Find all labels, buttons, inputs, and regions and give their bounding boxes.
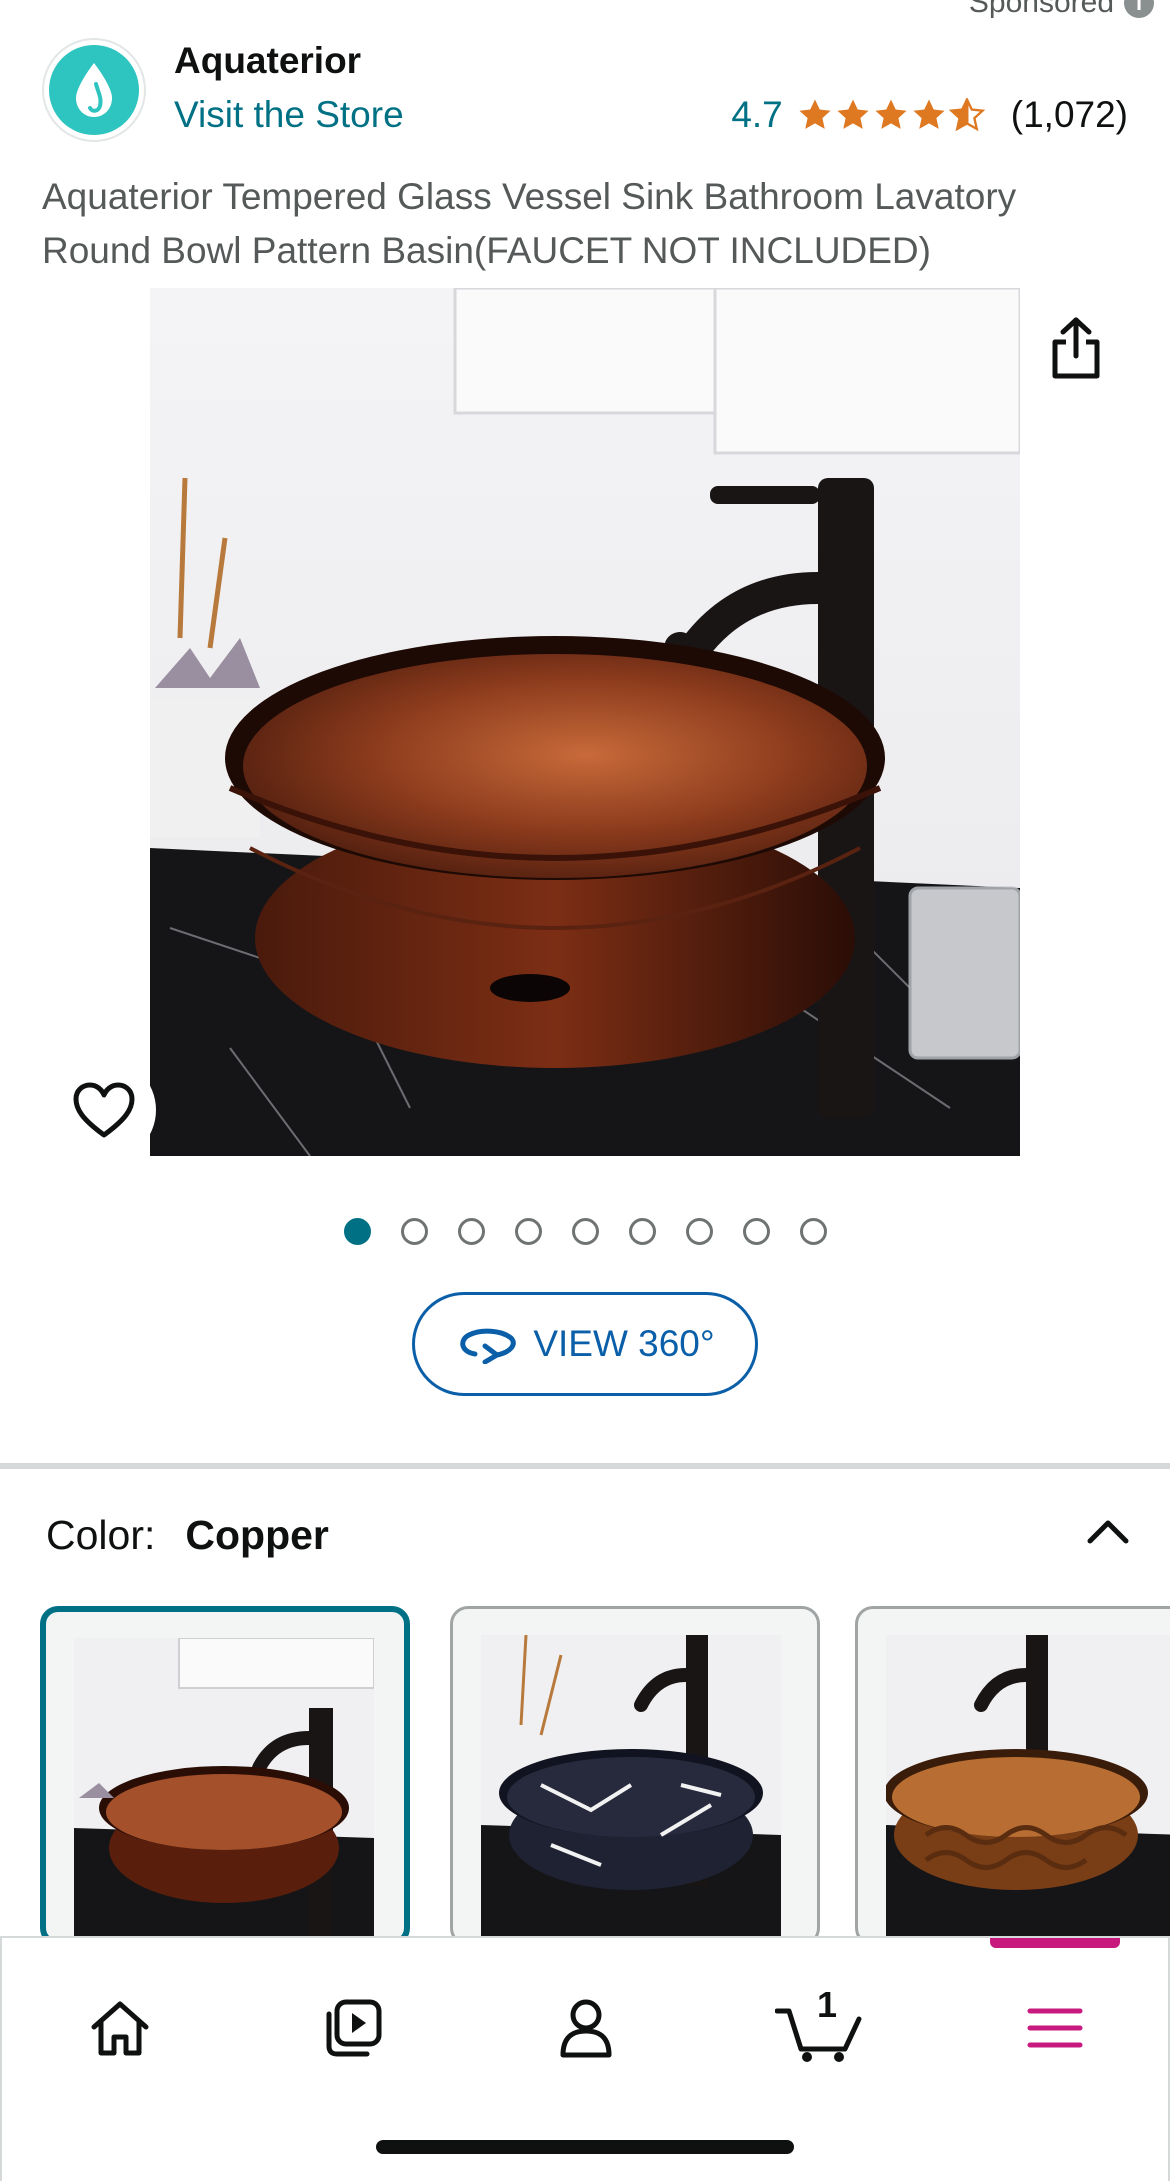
info-icon[interactable]: i bbox=[1124, 0, 1154, 18]
pagination-dot-active[interactable] bbox=[343, 1218, 371, 1245]
brand-name: Aquaterior bbox=[174, 40, 362, 81]
rating-value: 4.7 bbox=[731, 94, 783, 135]
half-star-icon bbox=[948, 98, 985, 132]
tab-account[interactable] bbox=[526, 1978, 646, 2078]
pagination-dot[interactable] bbox=[400, 1218, 428, 1245]
home-icon bbox=[91, 2001, 149, 2056]
section-divider bbox=[0, 1463, 1170, 1469]
pagination-dot[interactable] bbox=[457, 1218, 485, 1245]
heart-icon bbox=[73, 1082, 135, 1138]
share-icon bbox=[1052, 317, 1100, 379]
image-pagination[interactable] bbox=[0, 1218, 1170, 1245]
product-image[interactable] bbox=[150, 288, 1020, 1156]
pagination-dot[interactable] bbox=[628, 1218, 656, 1245]
product-title: Aquaterior Tempered Glass Vessel Sink Ba… bbox=[42, 176, 1017, 271]
pagination-dot[interactable] bbox=[571, 1218, 599, 1245]
star-icon bbox=[799, 99, 831, 129]
chevron-up-icon[interactable] bbox=[1086, 1508, 1130, 1555]
account-icon bbox=[560, 1999, 612, 2058]
swatch-copper[interactable] bbox=[40, 1606, 410, 1946]
swatch-black-marble[interactable] bbox=[450, 1606, 820, 1946]
video-icon bbox=[326, 1999, 382, 2057]
tab-home[interactable] bbox=[60, 1978, 180, 2078]
tab-video[interactable] bbox=[292, 1978, 412, 2078]
cart-count-badge: 1 bbox=[817, 1984, 838, 2025]
pagination-dot[interactable] bbox=[685, 1218, 713, 1245]
color-label: Color: bbox=[46, 1511, 156, 1558]
color-selected-value: Copper bbox=[185, 1511, 329, 1558]
view-360-label: VIEW 360° bbox=[533, 1323, 715, 1364]
color-swatches bbox=[40, 1606, 1170, 1946]
brand-logo[interactable] bbox=[42, 38, 146, 142]
star-icon bbox=[837, 99, 869, 129]
pagination-dot[interactable] bbox=[742, 1218, 770, 1245]
swatch-bronze-pattern[interactable] bbox=[855, 1606, 1170, 1946]
color-selector-header[interactable]: Color: Copper bbox=[46, 1508, 1130, 1562]
view-360-button[interactable]: VIEW 360° bbox=[412, 1292, 758, 1396]
sponsored-label[interactable]: Sponsored i bbox=[969, 0, 1154, 20]
visit-store-link[interactable]: Visit the Store bbox=[174, 94, 404, 136]
rating-stars bbox=[797, 98, 985, 132]
rating-count: (1,072) bbox=[1010, 94, 1128, 135]
star-icon bbox=[913, 99, 945, 129]
tab-cart[interactable]: 1 bbox=[759, 1978, 879, 2078]
sponsored-text: Sponsored bbox=[968, 0, 1114, 19]
star-icon bbox=[875, 99, 907, 129]
menu-icon bbox=[1027, 2008, 1083, 2048]
wishlist-button[interactable] bbox=[52, 1058, 156, 1162]
rating-summary[interactable]: 4.7 (1,072) bbox=[731, 94, 1128, 136]
pagination-dot[interactable] bbox=[799, 1218, 827, 1245]
brand-row: Aquaterior Visit the Store 4.7 (1,072) bbox=[42, 38, 1128, 146]
share-button[interactable] bbox=[1024, 296, 1128, 400]
tab-menu[interactable] bbox=[995, 1978, 1115, 2078]
active-tab-indicator bbox=[990, 1938, 1120, 1948]
water-drop-icon bbox=[49, 45, 139, 135]
home-indicator[interactable] bbox=[376, 2140, 794, 2154]
rotate-360-icon bbox=[460, 1328, 517, 1364]
pagination-dot[interactable] bbox=[514, 1218, 542, 1245]
